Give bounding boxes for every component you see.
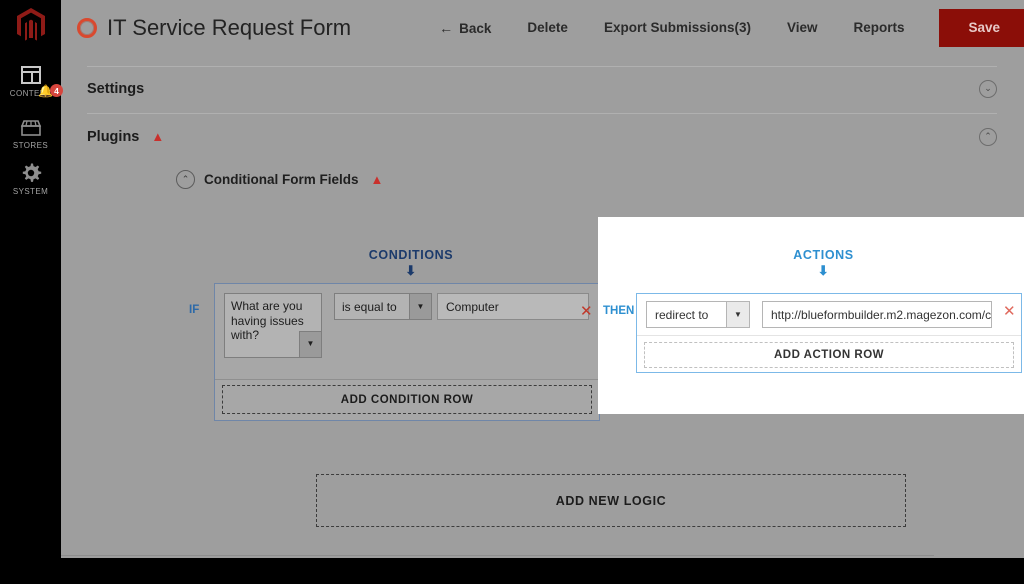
action-value-input[interactable]: http://blueformbuilder.m2.magezon.com/co xyxy=(762,301,992,328)
remove-condition-row-icon[interactable]: ✕ xyxy=(580,304,593,319)
action-type-select[interactable]: redirect to ▼ xyxy=(646,301,750,328)
condition-value-text: Computer xyxy=(446,299,499,314)
sidebar-item-system-label: System xyxy=(12,187,49,196)
arrow-down-icon: ⬇ xyxy=(405,263,417,278)
arrow-down-icon: ⬇ xyxy=(817,263,830,278)
condition-operator-value: is equal to xyxy=(342,299,397,314)
section-plugins[interactable]: Plugins ▲ ⌃ xyxy=(87,114,997,159)
divider-bottom xyxy=(61,555,934,556)
warning-icon: ▲ xyxy=(151,129,165,144)
warning-icon: ▲ xyxy=(370,172,384,187)
delete-button[interactable]: Delete xyxy=(509,20,586,35)
actions-heading-label: ACTIONS xyxy=(793,248,854,262)
if-label: IF xyxy=(189,304,200,316)
reports-button[interactable]: Reports xyxy=(836,20,923,35)
condition-value-input[interactable]: Computer xyxy=(437,293,589,320)
condition-field-select[interactable]: What are you having issues with? ▼ xyxy=(224,293,322,358)
add-condition-row-button[interactable]: ADD CONDITION ROW xyxy=(222,385,592,414)
sidebar-item-stores-label: Stores xyxy=(12,141,49,150)
remove-action-row-icon[interactable]: ✕ xyxy=(1003,304,1016,319)
chevron-up-icon[interactable]: ⌃ xyxy=(979,127,997,146)
action-value-text: http://blueformbuilder.m2.magezon.com/co xyxy=(771,307,992,322)
actions-heading: ACTIONS ⬇ xyxy=(741,248,906,279)
back-button[interactable]: ← Back xyxy=(421,20,509,36)
subsection-title: Conditional Form Fields xyxy=(204,172,359,187)
sidebar-item-system[interactable]: System xyxy=(0,158,61,196)
action-row: redirect to ▼ http://blueformbuilder.m2.… xyxy=(637,294,1021,336)
magento-logo-icon[interactable] xyxy=(0,0,61,50)
condition-operator-select[interactable]: is equal to ▼ xyxy=(334,293,432,320)
subsection-conditional-form-fields[interactable]: ⌃ Conditional Form Fields ▲ xyxy=(176,170,383,189)
export-submissions-button[interactable]: Export Submissions(3) xyxy=(586,20,769,35)
gear-icon xyxy=(20,158,42,184)
admin-page: Content 🔔 4 Stores xyxy=(0,0,1024,584)
back-button-label: Back xyxy=(459,20,492,36)
condition-field-value: What are you having issues with? xyxy=(231,299,304,342)
page-content: IT Service Request Form ← Back Delete Exp… xyxy=(61,0,1024,558)
chevron-down-icon[interactable]: ▼ xyxy=(299,331,322,358)
section-settings-title: Settings xyxy=(87,80,145,97)
condition-row: What are you having issues with? ▼ is eq… xyxy=(215,284,599,380)
add-new-logic-button[interactable]: ADD NEW LOGIC xyxy=(316,474,906,527)
back-arrow-icon: ← xyxy=(439,19,454,36)
sidebar-item-stores[interactable]: Stores xyxy=(0,112,61,150)
admin-sidebar: Content 🔔 4 Stores xyxy=(0,0,63,558)
notification-badge-group[interactable]: 🔔 4 xyxy=(38,84,63,97)
conditions-heading-label: CONDITIONS xyxy=(368,248,454,262)
section-settings[interactable]: Settings ⌄ xyxy=(87,66,997,111)
content-icon xyxy=(20,60,42,86)
add-action-row-button[interactable]: ADD ACTION ROW xyxy=(644,342,1014,368)
chevron-down-icon[interactable]: ▼ xyxy=(726,301,750,328)
notification-count: 4 xyxy=(49,84,63,97)
chevron-up-icon[interactable]: ⌃ xyxy=(176,170,195,189)
save-button-group: Save ▼ xyxy=(938,8,1024,47)
conditions-heading: CONDITIONS ⬇ xyxy=(311,248,511,279)
save-button[interactable]: Save xyxy=(938,8,1024,47)
sidebar-item-content[interactable]: Content 🔔 4 xyxy=(0,60,63,98)
then-label: THEN xyxy=(603,305,635,317)
header-actions: ← Back Delete Export Submissions(3) View … xyxy=(421,8,1024,47)
action-type-value: redirect to xyxy=(655,307,709,322)
page-title: IT Service Request Form xyxy=(107,14,352,40)
view-button[interactable]: View xyxy=(769,20,836,35)
page-header: IT Service Request Form ← Back Delete Exp… xyxy=(61,0,1024,55)
loading-spinner-icon xyxy=(77,17,97,38)
store-icon xyxy=(19,112,43,138)
chevron-down-icon[interactable]: ⌄ xyxy=(979,79,997,98)
section-plugins-title: Plugins xyxy=(87,128,140,145)
chevron-down-icon[interactable]: ▼ xyxy=(409,293,432,320)
